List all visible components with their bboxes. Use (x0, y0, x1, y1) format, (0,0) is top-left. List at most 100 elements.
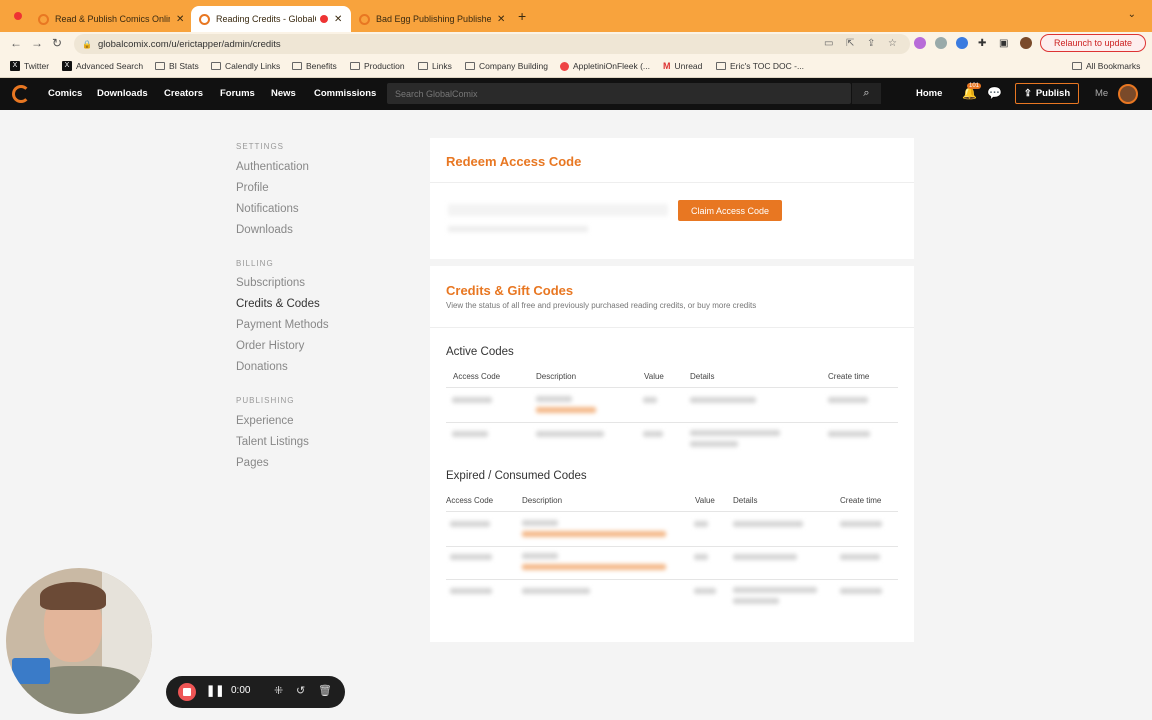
close-icon[interactable]: ✕ (176, 14, 184, 25)
stop-recording-button[interactable] (178, 683, 196, 701)
address-bar-row: ← → ↻ 🔒 globalcomix.com/u/erictapper/adm… (0, 32, 1152, 56)
chevron-down-icon[interactable]: ⌄ (1128, 9, 1136, 20)
divider (446, 387, 898, 388)
all-bookmarks[interactable]: All Bookmarks (1072, 61, 1140, 71)
bookmark-folder[interactable]: Production (350, 61, 405, 71)
sidebar-item-pages[interactable]: Pages (236, 457, 269, 469)
folder-icon (155, 62, 165, 70)
bookmark-folder[interactable]: Calendly Links (211, 61, 280, 71)
bookmarks-bar: X Twitter X Advanced Search BI Stats Calen… (0, 56, 1152, 78)
bookmark-item[interactable]: AppletiniOnFleek (... (560, 61, 650, 71)
recording-dot-icon (320, 15, 328, 23)
publish-label: Publish (1035, 88, 1071, 99)
search-input[interactable]: Search GlobalComix (387, 83, 851, 104)
restart-icon[interactable]: ↺ (296, 684, 305, 697)
bookmark-label: All Bookmarks (1086, 61, 1141, 71)
cast-icon[interactable]: ▭ (824, 38, 833, 49)
bookmark-folder[interactable]: Benefits (292, 61, 337, 71)
extension-icon[interactable] (914, 37, 926, 49)
sidebar-item-experience[interactable]: Experience (236, 415, 294, 427)
redacted-cell (643, 397, 657, 403)
sidebar-item-subscriptions[interactable]: Subscriptions (236, 277, 305, 289)
back-icon[interactable]: ← (10, 36, 22, 50)
puzzle-icon[interactable]: ✚ (978, 38, 986, 49)
nav-comics[interactable]: Comics (48, 88, 82, 99)
nav-home[interactable]: Home (916, 88, 942, 99)
sidebar-item-profile[interactable]: Profile (236, 182, 269, 194)
divider (446, 579, 898, 580)
pause-icon[interactable]: ❚❚ (206, 684, 224, 697)
url-text: globalcomix.com/u/erictapper/admin/credi… (97, 38, 281, 50)
bookmark-label: BI Stats (169, 61, 199, 71)
sidebar-item-payment-methods[interactable]: Payment Methods (236, 319, 329, 331)
nav-forums[interactable]: Forums (220, 88, 255, 99)
close-icon[interactable]: ✕ (334, 14, 342, 25)
redacted-help-text (448, 226, 588, 232)
camera-extension-icon[interactable] (935, 37, 947, 49)
notification-badge: 101 (967, 83, 982, 89)
redacted-cell (690, 397, 756, 403)
relaunch-button[interactable]: Relaunch to update (1040, 34, 1146, 52)
forward-icon[interactable]: → (31, 36, 43, 50)
sidebar-item-notifications[interactable]: Notifications (236, 203, 299, 215)
avatar[interactable] (1118, 84, 1138, 104)
folder-icon (211, 62, 221, 70)
tab-title: Reading Credits - GlobalComix (216, 14, 316, 24)
redacted-cell (828, 431, 870, 437)
bookmark-item[interactable]: M Unread (663, 61, 702, 71)
nav-creators[interactable]: Creators (164, 88, 203, 99)
trash-icon[interactable]: 🗑 (318, 684, 332, 697)
globalcomix-logo-icon[interactable] (12, 85, 30, 103)
reload-icon[interactable]: ↻ (52, 36, 62, 50)
grid-icon[interactable]: ⁜ (274, 684, 283, 697)
sidebar-item-credits-codes[interactable]: Credits & Codes (236, 298, 320, 310)
redeem-card: Redeem Access Code Claim Access Code (430, 138, 914, 259)
new-tab-icon[interactable]: + (518, 8, 526, 24)
column-header: Details (690, 372, 715, 381)
share-icon[interactable]: ⇪ (867, 38, 875, 49)
sidebar-item-talent-listings[interactable]: Talent Listings (236, 436, 309, 448)
redacted-cell (643, 431, 663, 437)
bookmark-folder[interactable]: Links (418, 61, 452, 71)
folder-icon (1072, 62, 1082, 70)
profile-avatar[interactable] (1020, 37, 1032, 49)
x-logo-icon: X (10, 61, 20, 71)
bookmark-folder[interactable]: BI Stats (155, 61, 199, 71)
access-code-input[interactable] (448, 204, 668, 216)
sidebar-item-donations[interactable]: Donations (236, 361, 288, 373)
sidebar-item-downloads[interactable]: Downloads (236, 224, 293, 236)
folder-icon (350, 62, 360, 70)
redacted-cell (450, 554, 492, 560)
recording-timer: 0:00 (231, 685, 251, 696)
bookmark-item[interactable]: X Twitter (10, 61, 49, 71)
folder-icon (716, 62, 726, 70)
close-icon[interactable]: ✕ (497, 14, 505, 25)
bookmark-folder[interactable]: Company Building (465, 61, 548, 71)
sidebar-toggle-icon[interactable]: ▣ (999, 38, 1008, 49)
extension-icon[interactable] (956, 37, 968, 49)
credits-title: Credits & Gift Codes (446, 283, 574, 298)
star-icon[interactable]: ☆ (888, 38, 897, 49)
divider (446, 422, 898, 423)
upload-icon: ⇪ (1023, 88, 1032, 99)
nav-downloads[interactable]: Downloads (97, 88, 148, 99)
browser-tab-active[interactable]: Reading Credits - GlobalComix ✕ (191, 6, 351, 32)
sidebar-item-authentication[interactable]: Authentication (236, 161, 309, 173)
nav-news[interactable]: News (271, 88, 296, 99)
claim-access-code-button[interactable]: Claim Access Code (678, 200, 782, 221)
search-icon[interactable]: ⌕ (852, 83, 881, 104)
browser-tab[interactable]: Read & Publish Comics Online ✕ (30, 6, 192, 32)
bookmark-item[interactable]: X Advanced Search (62, 61, 143, 71)
open-external-icon[interactable]: ⇱ (846, 38, 854, 49)
globalcomix-favicon-icon (359, 13, 370, 25)
sidebar-item-order-history[interactable]: Order History (236, 340, 304, 352)
publish-button[interactable]: ⇪ Publish (1015, 83, 1079, 104)
url-bar[interactable]: 🔒 globalcomix.com/u/erictapper/admin/cre… (74, 34, 910, 54)
chat-icon[interactable]: 💬 (987, 86, 1002, 100)
browser-tab[interactable]: Bad Egg Publishing Publisher ✕ (351, 6, 513, 32)
column-header: Value (695, 496, 715, 505)
bookmark-folder[interactable]: Eric's TOC DOC -... (716, 61, 804, 71)
redacted-cell (450, 521, 490, 527)
nav-commissions[interactable]: Commissions (314, 88, 376, 99)
me-menu[interactable]: Me (1095, 88, 1108, 99)
